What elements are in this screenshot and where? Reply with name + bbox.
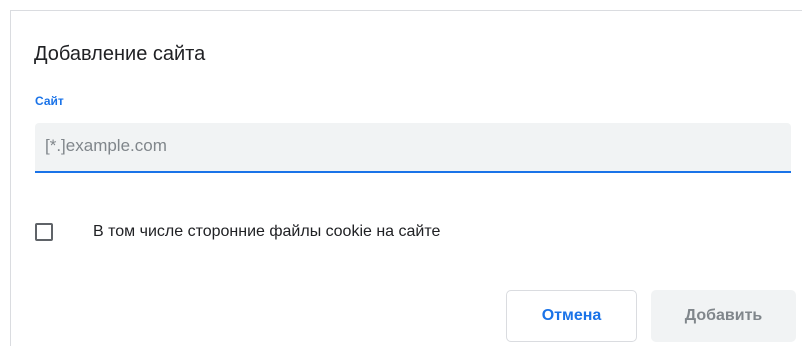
cancel-button[interactable]: Отмена (506, 290, 637, 342)
site-field-label: Сайт (35, 94, 64, 108)
third-party-cookies-checkbox[interactable] (35, 223, 53, 241)
site-input[interactable] (35, 123, 791, 171)
site-field[interactable] (35, 123, 791, 173)
add-site-dialog: Добавление сайта Сайт В том числе сторон… (10, 10, 802, 346)
third-party-cookies-label[interactable]: В том числе сторонние файлы cookie на са… (93, 221, 440, 243)
dialog-title: Добавление сайта (34, 43, 206, 65)
add-button[interactable]: Добавить (651, 290, 796, 342)
third-party-cookies-option[interactable]: В том числе сторонние файлы cookie на са… (35, 221, 440, 243)
